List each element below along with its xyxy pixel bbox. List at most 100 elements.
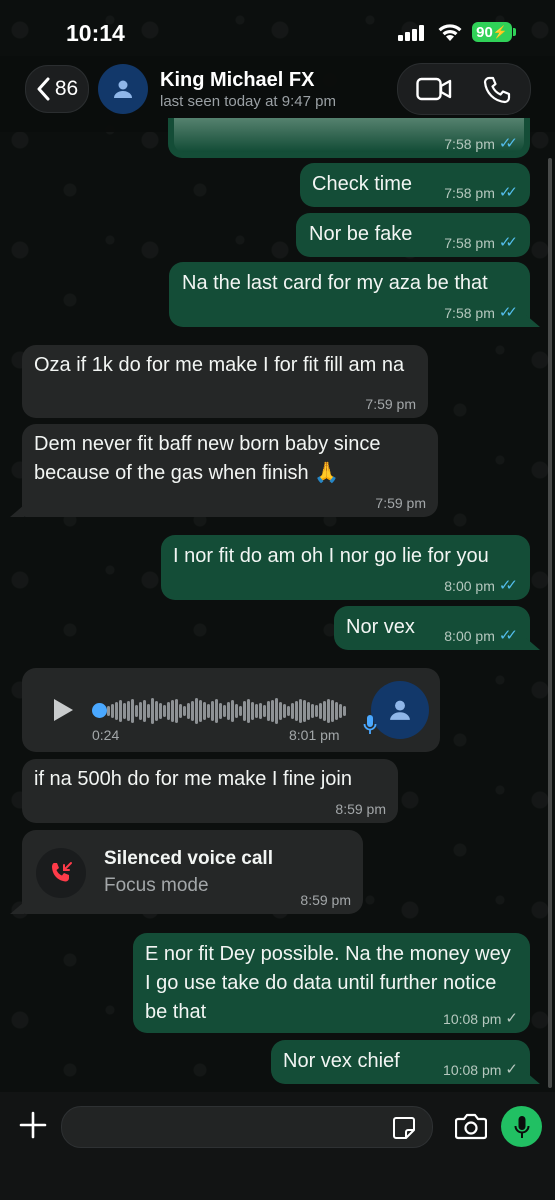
read-receipt-icon: ✓✓ <box>498 234 518 251</box>
bubble-tail <box>10 902 24 914</box>
waveform-bar <box>343 706 346 716</box>
waveform-bar <box>191 701 194 721</box>
waveform-bar <box>263 705 266 717</box>
message-text: Nor vex chief <box>283 1050 400 1072</box>
message-meta: 7:58 pm ✓✓ <box>444 135 518 153</box>
message-bubble-outgoing[interactable]: Na the last card for my aza be that 7:58… <box>169 262 530 327</box>
waveform-bar <box>215 699 218 723</box>
playback-position-dot[interactable] <box>92 703 107 718</box>
waveform-bar <box>283 704 286 718</box>
person-icon <box>390 700 410 720</box>
waveform-bar <box>251 702 254 720</box>
waveform-bar <box>335 702 338 720</box>
waveform-bar <box>271 700 274 722</box>
message-bubble-outgoing[interactable]: Check time 7:58 pm ✓✓ <box>300 163 530 207</box>
message-bubble-incoming[interactable]: Dem never fit baff new born baby since b… <box>22 424 438 517</box>
call-actions <box>397 63 531 115</box>
waveform-bar <box>171 700 174 722</box>
waveform-bar <box>207 704 210 718</box>
message-input[interactable] <box>61 1106 433 1148</box>
mic-icon <box>363 715 377 734</box>
waveform-bar <box>323 701 326 721</box>
waveform-bar <box>255 704 258 718</box>
message-bubble-outgoing[interactable]: Nor vex 8:00 pm ✓✓ <box>334 606 530 650</box>
waveform-bar <box>227 702 230 720</box>
voice-call-icon[interactable] <box>483 76 511 104</box>
voice-duration: 0:24 <box>92 727 120 743</box>
camera-icon[interactable] <box>455 1112 487 1140</box>
waveform-bar <box>299 699 302 723</box>
back-button[interactable]: 86 <box>25 65 89 113</box>
waveform-bar <box>291 703 294 719</box>
call-log-bubble[interactable]: Silenced voice call Focus mode 8:59 pm <box>22 830 363 914</box>
waveform-bar <box>275 698 278 724</box>
waveform-bar <box>115 702 118 720</box>
battery-indicator: 90 ⚡ <box>472 22 512 42</box>
read-receipt-icon: ✓✓ <box>498 304 518 321</box>
read-receipt-icon: ✓✓ <box>498 577 518 594</box>
message-text: if na 500h do for me make I fine join <box>34 768 352 790</box>
message-meta: 8:59 pm <box>300 892 351 908</box>
waveform-bar <box>279 702 282 720</box>
read-receipt-icon: ✓✓ <box>498 627 518 644</box>
contact-name[interactable]: King Michael FX <box>160 69 314 92</box>
play-icon[interactable] <box>52 698 74 722</box>
message-meta: 7:58 pm ✓✓ <box>444 234 518 252</box>
waveform-bar <box>295 701 298 721</box>
waveform-bar <box>147 704 150 718</box>
message-bubble-outgoing[interactable]: Nor be fake 7:58 pm ✓✓ <box>296 213 530 257</box>
scrollbar[interactable] <box>548 158 552 1088</box>
sent-receipt-icon: ✓ <box>505 1010 518 1027</box>
contact-avatar[interactable] <box>98 64 148 114</box>
waveform-bar <box>155 701 158 721</box>
unread-count: 86 <box>54 77 79 100</box>
message-meta: 7:58 pm ✓✓ <box>444 304 518 322</box>
waveform-bar <box>243 701 246 721</box>
waveform-bar <box>319 703 322 719</box>
voice-message-bubble[interactable]: 0:24 8:01 pm <box>22 668 440 752</box>
read-receipt-icon: ✓✓ <box>498 135 518 152</box>
message-bubble-outgoing[interactable]: I nor fit do am oh I nor go lie for you … <box>161 535 530 600</box>
sticker-icon[interactable] <box>392 1116 416 1140</box>
status-bar: 10:14 90 ⚡ <box>0 0 555 62</box>
waveform-bar <box>211 701 214 721</box>
message-meta: 7:58 pm ✓✓ <box>444 185 518 202</box>
waveform-bar <box>107 706 110 716</box>
message-text: Dem never fit baff new born baby since b… <box>34 433 381 484</box>
message-text: Nor be fake <box>309 223 413 245</box>
waveform-bar <box>111 704 114 718</box>
voice-waveform[interactable] <box>107 696 347 726</box>
wifi-icon <box>438 24 462 41</box>
call-title: Silenced voice call <box>104 848 273 869</box>
message-bubble-outgoing[interactable]: E nor fit Dey possible. Na the money wey… <box>133 933 530 1033</box>
waveform-bar <box>327 699 330 723</box>
bubble-tail <box>526 1072 540 1084</box>
waveform-bar <box>159 703 162 719</box>
waveform-bar <box>307 702 310 720</box>
waveform-bar <box>119 700 122 722</box>
waveform-bar <box>311 704 314 718</box>
waveform-bar <box>239 706 242 716</box>
message-text: Na the last card for my aza be that <box>182 272 488 294</box>
voice-record-button[interactable] <box>501 1106 542 1147</box>
waveform-bar <box>151 698 154 724</box>
cellular-signal-icon <box>398 25 426 41</box>
waveform-bar <box>339 704 342 718</box>
waveform-bar <box>187 703 190 719</box>
message-bubble-outgoing[interactable]: Nor vex chief 10:08 pm ✓ <box>271 1040 530 1084</box>
message-meta: 8:59 pm <box>335 801 386 817</box>
plus-icon[interactable] <box>18 1110 48 1140</box>
message-bubble-incoming[interactable]: if na 500h do for me make I fine join 8:… <box>22 759 398 823</box>
message-text: I nor fit do am oh I nor go lie for you <box>173 545 489 567</box>
call-subtitle: Focus mode <box>104 875 209 896</box>
waveform-bar <box>179 704 182 718</box>
waveform-bar <box>203 702 206 720</box>
waveform-bar <box>143 700 146 722</box>
waveform-bar <box>267 701 270 721</box>
video-call-icon[interactable] <box>416 76 452 102</box>
battery-level: 90 <box>476 23 493 41</box>
message-bubble-incoming[interactable]: Oza if 1k do for me make I for fit fill … <box>22 345 428 418</box>
waveform-bar <box>199 700 202 722</box>
message-bubble-outgoing-partial[interactable]: 7:58 pm ✓✓ <box>168 118 530 158</box>
waveform-bar <box>175 699 178 723</box>
